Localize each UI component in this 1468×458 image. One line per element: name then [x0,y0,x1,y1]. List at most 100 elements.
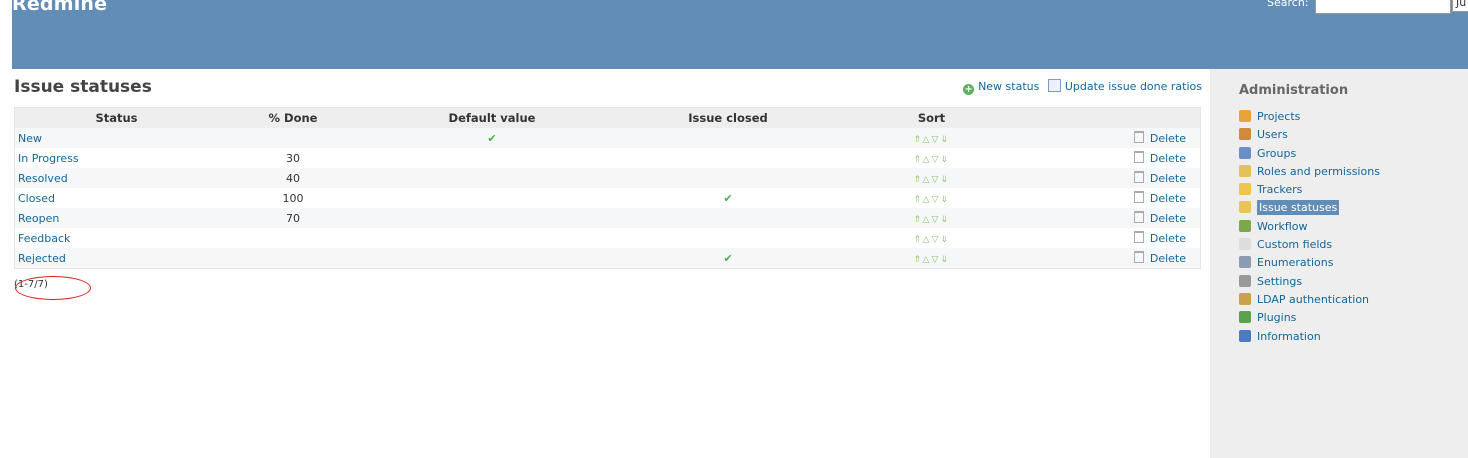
sidebar-item[interactable]: Enumerations [1239,256,1380,274]
sort-cell: ⇑△▽⇓ [840,188,1023,208]
sidebar-item[interactable]: Groups [1239,146,1380,165]
sidebar-item-label[interactable]: Information [1257,330,1321,343]
sidebar-item[interactable]: Trackers [1239,183,1380,201]
move-up-icon[interactable]: △ [923,215,932,225]
delete-label: Delete [1149,132,1186,145]
move-top-icon[interactable]: ⇑ [914,155,923,165]
sidebar-item-label[interactable]: Roles and permissions [1257,165,1380,178]
status-name-link[interactable]: Resolved [15,172,68,185]
contextual-actions: + New status Update issue done ratios [958,79,1202,95]
check-icon: ✔ [487,131,497,145]
delete-link[interactable]: Delete [1133,151,1186,165]
move-up-icon[interactable]: △ [923,135,932,145]
sidebar-item[interactable]: Roles and permissions [1239,164,1380,183]
move-top-icon[interactable]: ⇑ [914,175,923,185]
move-down-icon[interactable]: ▽ [932,195,941,205]
table-header-row: Status % Done Default value Issue closed… [14,107,1201,128]
sidebar-item-label[interactable]: Plugins [1257,311,1296,324]
sidebar-item-label[interactable]: Trackers [1257,183,1302,196]
move-down-icon[interactable]: ▽ [932,215,941,225]
move-bottom-icon[interactable]: ⇓ [941,135,950,145]
trash-icon [1133,171,1144,183]
sidebar-item[interactable]: Projects [1239,110,1380,128]
sidebar: Administration Projects Users Groups Roles … [1210,69,1468,458]
sidebar-item[interactable]: Issue statuses [1239,200,1380,219]
issue-statuses-table: Status % Done Default value Issue closed… [14,107,1201,269]
sidebar-item-label[interactable]: Workflow [1257,220,1308,233]
move-top-icon[interactable]: ⇑ [914,195,923,205]
puzzle-icon [1239,311,1251,324]
user-icon [1239,128,1251,141]
move-down-icon[interactable]: ▽ [932,255,941,265]
delete-link[interactable]: Delete [1133,231,1186,245]
sidebar-item[interactable]: Plugins [1239,311,1380,329]
status-cell: Resolved [14,168,218,188]
move-down-icon[interactable]: ▽ [932,175,941,185]
move-top-icon[interactable]: ⇑ [914,235,923,245]
sidebar-item-label[interactable]: Issue statuses [1257,200,1340,216]
delete-cell: Delete [1023,188,1201,208]
move-up-icon[interactable]: △ [923,175,932,185]
delete-link[interactable]: Delete [1133,191,1186,205]
status-name-link[interactable]: Closed [15,192,55,205]
default-value-cell [368,148,616,168]
move-top-icon[interactable]: ⇑ [914,255,923,265]
move-bottom-icon[interactable]: ⇓ [941,255,950,265]
move-up-icon[interactable]: △ [923,235,932,245]
delete-link[interactable]: Delete [1133,131,1186,145]
sidebar-item[interactable]: Workflow [1239,219,1380,238]
update-done-ratios-link[interactable]: Update issue done ratios [1047,79,1202,93]
move-top-icon[interactable]: ⇑ [914,215,923,225]
delete-link[interactable]: Delete [1133,251,1186,265]
annotation-circle [15,276,91,300]
delete-label: Delete [1149,212,1186,225]
move-up-icon[interactable]: △ [923,195,932,205]
sidebar-item[interactable]: Settings [1239,274,1380,293]
move-bottom-icon[interactable]: ⇓ [941,155,950,165]
move-bottom-icon[interactable]: ⇓ [941,235,950,245]
column-done: % Done [218,107,368,128]
issue-closed-cell: ✔ [616,248,840,269]
move-down-icon[interactable]: ▽ [932,235,941,245]
sidebar-item[interactable]: LDAP authentication [1239,292,1380,311]
sidebar-item-label[interactable]: Projects [1257,110,1300,123]
jump-to-project-select[interactable]: Ju [1452,0,1468,12]
delete-link[interactable]: Delete [1133,211,1186,225]
default-value-cell [368,208,616,228]
sidebar-item-label[interactable]: Enumerations [1257,256,1333,269]
sidebar-item-label[interactable]: Settings [1257,275,1302,288]
app-title[interactable]: Redmine [12,0,107,15]
move-bottom-icon[interactable]: ⇓ [941,175,950,185]
search-input[interactable] [1315,0,1451,14]
sort-cell: ⇑△▽⇓ [840,208,1023,228]
status-name-link[interactable]: Reopen [15,212,59,225]
issue-closed-cell [616,168,840,188]
sidebar-title: Administration [1239,83,1349,98]
move-top-icon[interactable]: ⇑ [914,135,923,145]
delete-link[interactable]: Delete [1133,171,1186,185]
move-up-icon[interactable]: △ [923,155,932,165]
status-name-link[interactable]: New [15,132,42,145]
sidebar-item-label[interactable]: LDAP authentication [1257,293,1369,306]
key-icon [1239,164,1251,177]
sidebar-item-label[interactable]: Groups [1257,147,1296,160]
new-status-link[interactable]: + New status [963,80,1039,95]
sidebar-item[interactable]: Users [1239,128,1380,146]
move-down-icon[interactable]: ▽ [932,155,941,165]
sidebar-item[interactable]: Information [1239,329,1380,348]
move-up-icon[interactable]: △ [923,255,932,265]
move-bottom-icon[interactable]: ⇓ [941,215,950,225]
update-done-ratios-label: Update issue done ratios [1064,80,1202,93]
workflow-icon [1239,219,1251,232]
status-name-link[interactable]: Rejected [15,252,66,265]
move-down-icon[interactable]: ▽ [932,135,941,145]
move-bottom-icon[interactable]: ⇓ [941,195,950,205]
status-name-link[interactable]: In Progress [15,152,79,165]
sidebar-item-label[interactable]: Custom fields [1257,238,1332,251]
trash-icon [1133,191,1144,203]
sidebar-item[interactable]: Custom fields [1239,238,1380,256]
list-icon [1239,256,1251,269]
sidebar-item-label[interactable]: Users [1257,128,1288,141]
status-name-link[interactable]: Feedback [15,232,70,245]
column-sort: Sort [840,107,1023,128]
